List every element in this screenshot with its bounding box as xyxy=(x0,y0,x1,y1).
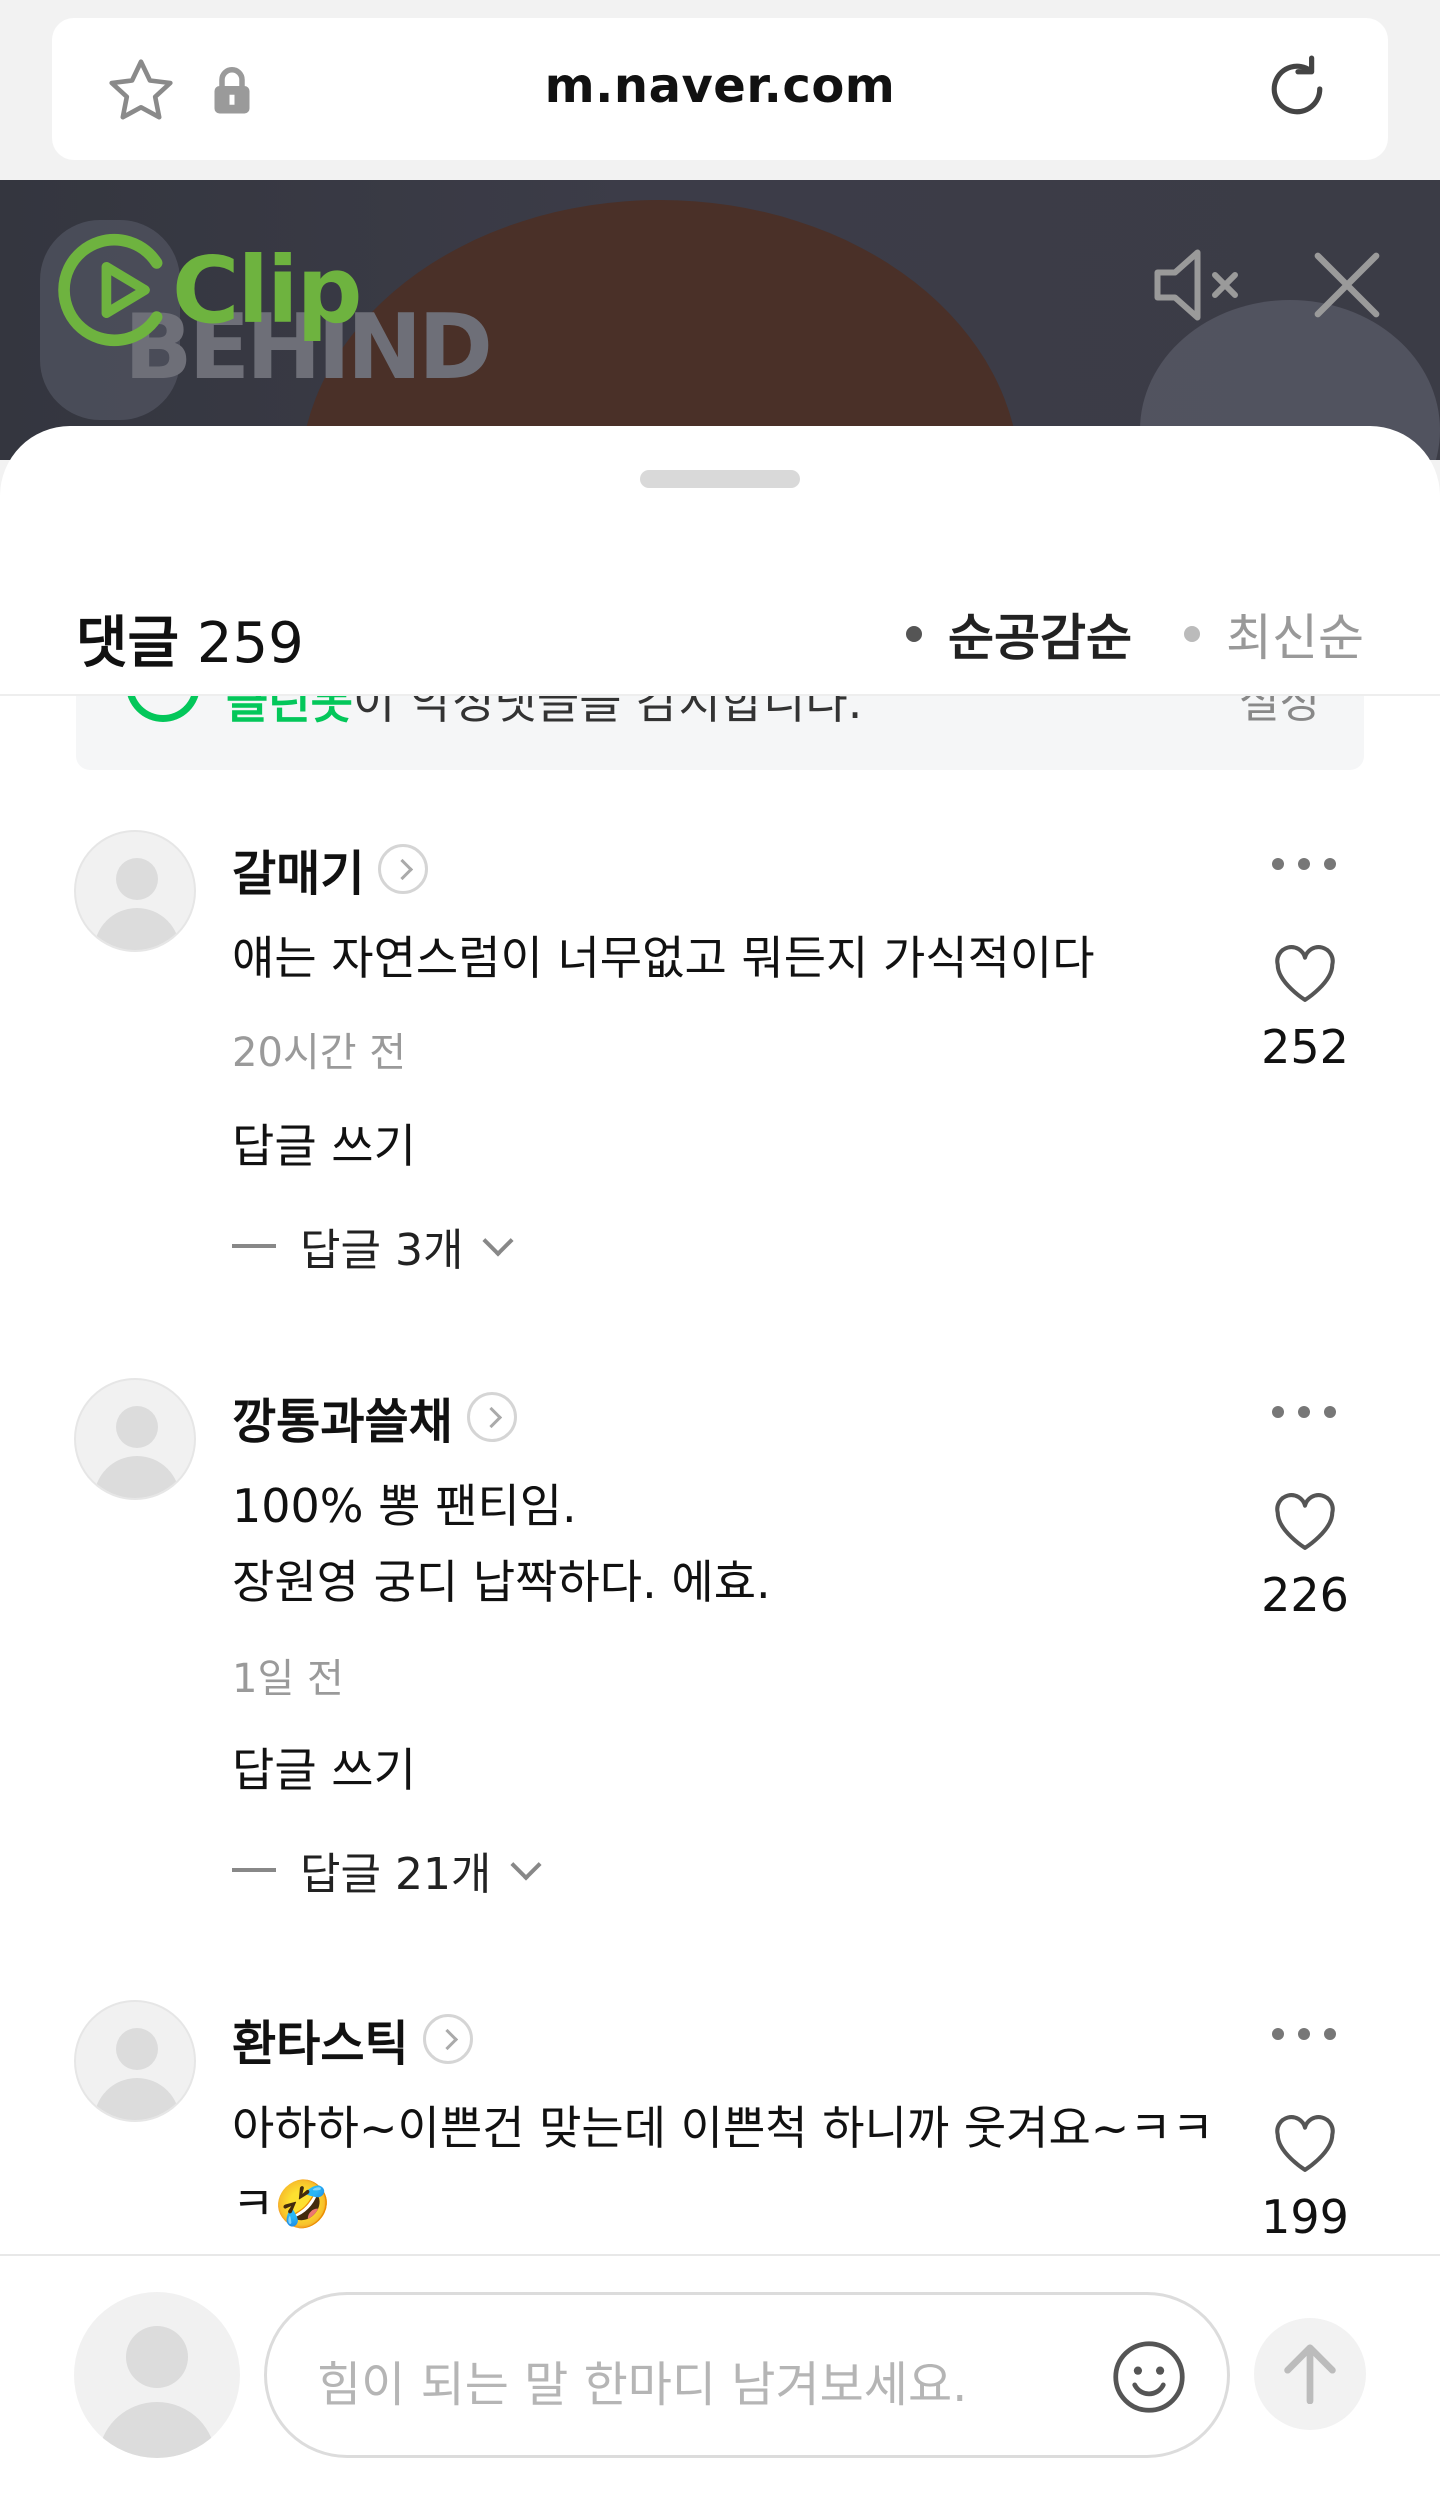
nickname-text: 갈매기 xyxy=(232,846,365,902)
like-count: 252 xyxy=(1261,1020,1349,1074)
comment-body: 얘는 자연스럼이 너무없고 뭐든지 가식적이다 xyxy=(232,931,1095,985)
cleanbot-icon xyxy=(126,696,200,722)
url-text[interactable]: m.naver.com xyxy=(52,58,1388,114)
heart-icon[interactable] xyxy=(1272,944,1338,1004)
more-options-icon[interactable] xyxy=(1272,2028,1336,2042)
comment-time: 1일 전 xyxy=(232,1656,344,1702)
clip-logo-text: Clip xyxy=(172,236,362,344)
video-player[interactable]: BEHIND Clip xyxy=(0,180,1440,460)
address-bar[interactable]: m.naver.com xyxy=(52,18,1388,160)
header-divider xyxy=(0,694,1440,696)
dash-icon xyxy=(232,1868,276,1872)
comment-nickname[interactable]: 갈매기 xyxy=(232,834,429,904)
replies-toggle[interactable]: 답글 21개 xyxy=(232,1838,542,1902)
comments-header: 댓글 259 순공감순 최신순 xyxy=(0,546,1440,696)
more-options-icon[interactable] xyxy=(1272,858,1336,872)
reload-icon[interactable] xyxy=(1258,48,1336,130)
cleanbot-text: 이 악성댓글을 감지합니다. xyxy=(352,696,863,729)
comment-body: 아하하~이쁜건 맞는데 이쁜척 하니까 웃겨요~ㅋㅋㅋ🤣 xyxy=(232,2101,1214,2231)
comment-time: 20시간 전 xyxy=(232,1030,407,1076)
sheet-drag-handle[interactable] xyxy=(640,470,800,488)
cleanbot-highlight: 클린봇 xyxy=(226,696,353,729)
chevron-right-icon[interactable] xyxy=(466,1392,517,1442)
comment-nickname[interactable]: 깡통과쓸채 xyxy=(232,1382,517,1452)
comment-input[interactable]: 힘이 되는 말 한마디 남겨보세요. xyxy=(264,2292,1230,2458)
emoji-icon[interactable] xyxy=(1111,2339,1187,2415)
replies-toggle[interactable]: 답글 3개 xyxy=(232,1214,514,1278)
more-options-icon[interactable] xyxy=(1272,1406,1336,1420)
clip-play-icon xyxy=(58,233,163,347)
comments-title-label: 댓글 xyxy=(76,611,180,676)
my-avatar xyxy=(74,2292,240,2458)
chevron-down-icon xyxy=(482,1225,514,1257)
comment-input-placeholder: 힘이 되는 말 한마디 남겨보세요. xyxy=(317,2357,968,2413)
nickname-text: 깡통과쓸채 xyxy=(232,1394,453,1450)
reply-write-button[interactable]: 답글 쓰기 xyxy=(232,1110,416,1176)
sort-option-label: 최신순 xyxy=(1226,609,1364,667)
cleanbot-setting[interactable]: 설정 xyxy=(1239,696,1320,730)
avatar[interactable] xyxy=(74,1378,196,1500)
sort-dot xyxy=(906,626,922,642)
like-count: 199 xyxy=(1261,2190,1349,2244)
avatar[interactable] xyxy=(74,830,196,952)
sort-option-label: 순공감순 xyxy=(948,609,1132,667)
nickname-text: 환타스틱 xyxy=(232,2016,409,2072)
cleanbot-notice: 클린봇이 악성댓글을 감지합니다. 설정 xyxy=(76,696,1364,770)
comment-item: 갈매기 얘는 자연스럼이 너무없고 뭐든지 가식적이다 252 20시간 전 답… xyxy=(0,830,1440,1350)
avatar[interactable] xyxy=(74,2000,196,2122)
comment-item: 깡통과쓸채 100% 뽕 팬티임. 장원영 궁디 납짝하다. 에효. 226 1… xyxy=(0,1378,1440,1938)
heart-icon[interactable] xyxy=(1272,2114,1338,2174)
like-count: 226 xyxy=(1261,1568,1349,1622)
cleanbot-notice-text: 클린봇이 악성댓글을 감지합니다. xyxy=(226,696,862,732)
chevron-right-icon[interactable] xyxy=(422,2014,473,2064)
chevron-right-icon[interactable] xyxy=(378,844,429,894)
send-arrow-icon xyxy=(1284,2344,1336,2404)
comment-item: 환타스틱 아하하~이쁜건 맞는데 이쁜척 하니까 웃겨요~ㅋㅋㅋ🤣 199 xyxy=(0,2000,1440,2260)
browser-chrome: m.naver.com xyxy=(0,0,1440,180)
sort-option-latest[interactable]: 최신순 xyxy=(1184,598,1364,670)
comments-count: 259 xyxy=(196,611,304,676)
replies-label: 답글 3개 xyxy=(300,1225,464,1276)
dash-icon xyxy=(232,1244,276,1248)
comments-sheet: 댓글 259 순공감순 최신순 클린봇이 악성댓글을 감지합니다. 설정 갈매기 xyxy=(0,426,1440,2496)
comment-nickname[interactable]: 환타스틱 xyxy=(232,2004,473,2074)
heart-icon[interactable] xyxy=(1272,1492,1338,1552)
close-icon[interactable] xyxy=(1312,250,1382,320)
send-button[interactable] xyxy=(1254,2318,1366,2430)
clip-logo: Clip xyxy=(58,232,362,348)
chevron-down-icon xyxy=(510,1849,542,1881)
comment-body: 100% 뽕 팬티임. 장원영 궁디 납짝하다. 에효. xyxy=(232,1479,771,1609)
comments-title: 댓글 259 xyxy=(76,598,304,679)
reply-write-button[interactable]: 답글 쓰기 xyxy=(232,1734,416,1800)
replies-label: 답글 21개 xyxy=(300,1849,492,1900)
sort-option-likes[interactable]: 순공감순 xyxy=(906,598,1132,670)
sort-options: 순공감순 최신순 xyxy=(854,598,1364,670)
mute-icon[interactable] xyxy=(1150,245,1250,325)
sort-dot xyxy=(1184,626,1200,642)
comment-input-bar: 힘이 되는 말 한마디 남겨보세요. xyxy=(0,2254,1440,2496)
